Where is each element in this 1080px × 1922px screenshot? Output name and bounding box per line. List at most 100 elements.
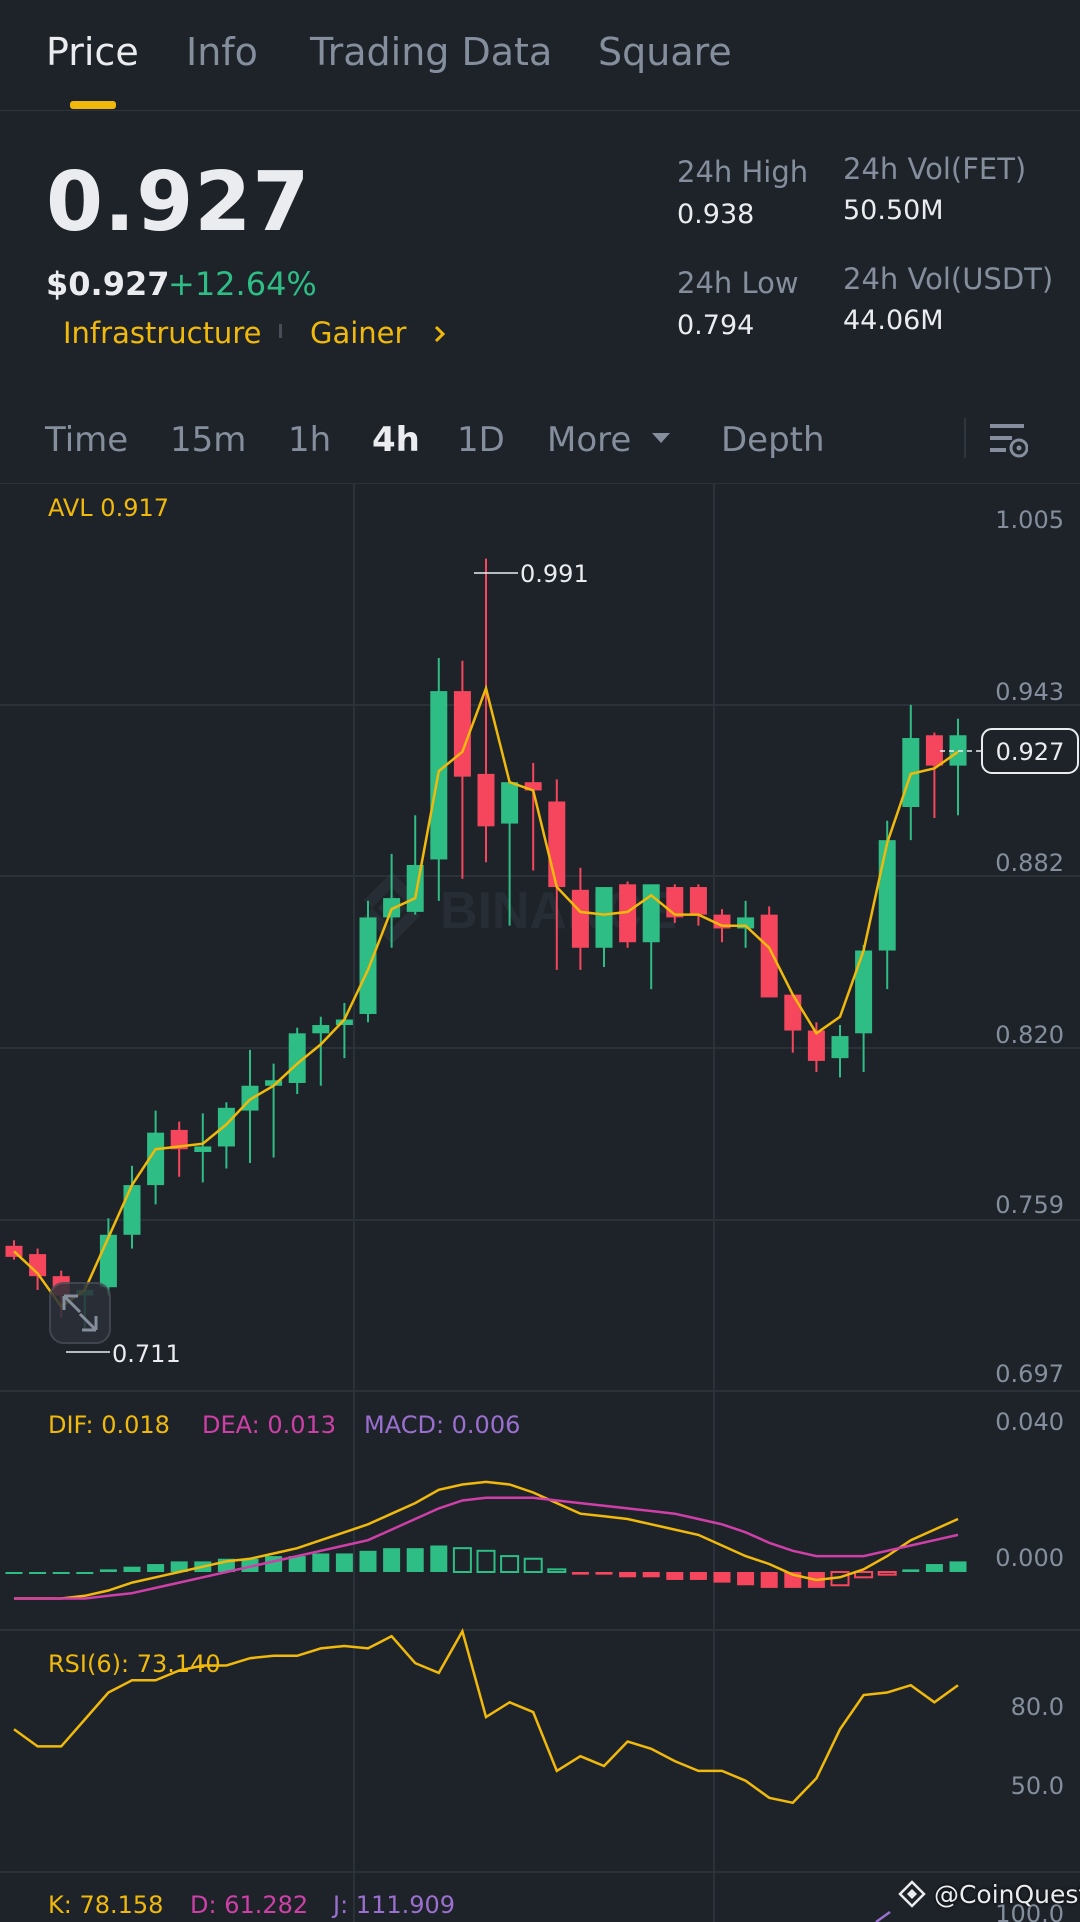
stat-24h-vol-base-value: 50.50M — [843, 195, 944, 226]
tag-gainer[interactable]: Gainer — [310, 316, 450, 350]
interval-4h[interactable]: 4h — [372, 420, 420, 460]
candle-down — [784, 994, 802, 1031]
macd-bar — [500, 1555, 520, 1573]
kdj-d-label: D: 61.282 — [190, 1891, 309, 1919]
tab-price[interactable]: Price — [46, 30, 139, 74]
watermark-text: BINANCE — [440, 882, 677, 940]
interval-1h[interactable]: 1h — [288, 420, 331, 460]
macd-bar — [949, 1561, 967, 1572]
macd-bar — [925, 1564, 943, 1572]
chevron-right-icon — [434, 325, 445, 343]
macd-bar — [452, 1547, 472, 1574]
caret-down-icon — [652, 433, 671, 443]
expand-icon[interactable] — [49, 1282, 111, 1344]
candle-up — [855, 950, 873, 1034]
macd-bar — [877, 1571, 897, 1576]
macd-bar — [335, 1553, 353, 1572]
candle-up — [312, 1025, 330, 1034]
rsi-axis: 80.0 50.0 — [1011, 1693, 1064, 1800]
macd-bar — [523, 1557, 543, 1573]
macd-bar — [854, 1571, 874, 1579]
candle-up — [99, 1234, 117, 1288]
kdj-j-label: J: 111.909 — [333, 1891, 456, 1919]
macd-axis: 0.040 0.000 — [995, 1408, 1064, 1572]
macd-value-label: MACD: 0.006 — [364, 1411, 521, 1439]
tab-depth[interactable]: Depth — [721, 420, 825, 460]
tab-square[interactable]: Square — [598, 30, 732, 74]
macd-y-tick: 0.000 — [995, 1544, 1064, 1572]
macd-bar — [737, 1572, 755, 1586]
macd-bar — [571, 1572, 589, 1575]
y-tick: 0.882 — [995, 849, 1064, 877]
interval-more-label: More — [547, 420, 632, 460]
macd-histogram — [5, 1545, 967, 1588]
macd-bar — [123, 1566, 141, 1572]
tab-info[interactable]: Info — [186, 30, 258, 74]
low-marker-label: 0.711 — [112, 1340, 181, 1368]
tag-divider — [279, 324, 282, 338]
candle-down — [760, 914, 778, 998]
price-axis: 1.005 0.943 0.882 0.820 0.759 0.697 — [995, 506, 1064, 1388]
macd-bar — [619, 1572, 637, 1578]
candle-down — [548, 801, 566, 888]
macd-bar — [666, 1572, 684, 1580]
macd-y-tick: 0.040 — [995, 1408, 1064, 1436]
stat-24h-high-value: 0.938 — [677, 199, 755, 230]
kdj-k-label: K: 78.158 — [48, 1891, 164, 1919]
macd-bar — [5, 1572, 23, 1574]
macd-bar — [265, 1556, 283, 1572]
candle-down — [571, 889, 589, 948]
candle-up — [878, 840, 896, 951]
credit-watermark: @CoinQuest — [898, 1880, 1080, 1909]
tag-infrastructure[interactable]: Infrastructure — [63, 316, 261, 350]
avl-label: AVL 0.917 — [48, 494, 170, 522]
low-marker: 0.711 — [66, 1340, 181, 1368]
macd-bar — [99, 1569, 117, 1572]
y-tick: 0.759 — [995, 1191, 1064, 1219]
macd-bar — [383, 1548, 401, 1572]
tab-trading-data[interactable]: Trading Data — [310, 30, 552, 74]
active-tab-indicator — [70, 101, 116, 109]
macd-bar — [642, 1572, 660, 1578]
macd-bar — [406, 1548, 424, 1572]
credit-text: @CoinQuest — [933, 1880, 1080, 1909]
stat-24h-vol-quote-value: 44.06M — [843, 305, 944, 336]
macd-bar — [689, 1572, 707, 1580]
kline-chart[interactable]: BINANCE 1.005 0.943 0.882 0.820 0.759 0.… — [0, 483, 1080, 1922]
y-tick: 0.943 — [995, 678, 1064, 706]
candle-up — [501, 782, 519, 824]
toolbar-divider — [964, 418, 966, 458]
macd-bar — [430, 1545, 448, 1572]
macd-bar — [29, 1572, 47, 1574]
candle-down — [689, 887, 707, 915]
chart-settings-icon[interactable] — [988, 420, 1029, 462]
y-tick: 1.005 — [995, 506, 1064, 534]
candle-down — [666, 887, 684, 918]
rsi-label: RSI(6): 73.140 — [48, 1650, 221, 1678]
y-tick: 0.820 — [995, 1021, 1064, 1049]
interval-time[interactable]: Time — [45, 420, 128, 460]
kdj-line-fragment — [875, 1910, 891, 1922]
interval-1d[interactable]: 1D — [457, 420, 505, 460]
macd-bar — [547, 1568, 567, 1573]
candle-up — [595, 887, 613, 948]
current-price-tag-label: 0.927 — [996, 738, 1065, 766]
last-price: 0.927 — [46, 155, 311, 250]
stat-24h-vol-base-label: 24h Vol(FET) — [843, 152, 1027, 186]
top-tabs: Price Info Trading Data Square — [0, 0, 1080, 111]
interval-15m[interactable]: 15m — [170, 420, 246, 460]
macd-bar — [359, 1550, 377, 1572]
macd-bar — [76, 1572, 94, 1574]
interval-more[interactable]: More — [547, 420, 672, 460]
stat-24h-vol-quote-label: 24h Vol(USDT) — [843, 262, 1054, 296]
candle-up — [359, 917, 377, 1014]
candle-up — [123, 1185, 141, 1235]
rsi-y-tick: 80.0 — [1011, 1693, 1064, 1721]
tag-gainer-label: Gainer — [310, 316, 407, 350]
candle-up — [831, 1036, 849, 1059]
high-marker: 0.991 — [474, 560, 589, 588]
macd-bar — [595, 1572, 613, 1575]
candle-up — [194, 1146, 212, 1152]
stat-24h-high-label: 24h High — [677, 155, 809, 189]
stat-24h-low-label: 24h Low — [677, 266, 799, 300]
